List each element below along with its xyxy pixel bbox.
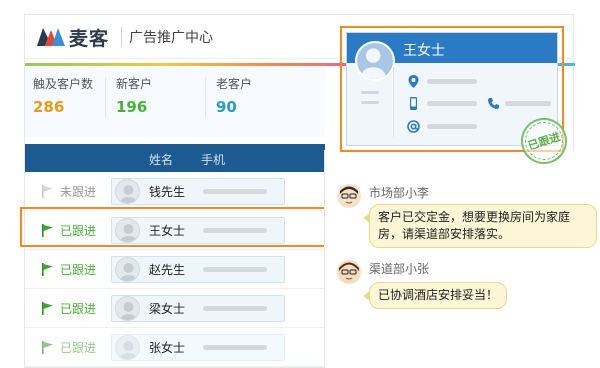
card-placeholder-lines: [361, 91, 379, 111]
chat-panel: 市场部小李 客户已交定金，想要更换房间为家庭房，请渠道部安排落实。 渠道部小张 …: [324, 150, 597, 368]
phone-placeholder: [203, 345, 267, 350]
sender-name: 市场部小李: [369, 186, 430, 200]
stat-reached: 触及客户数 286: [33, 75, 93, 121]
stat-value: 196: [116, 98, 148, 116]
stat-label: 老客户: [216, 77, 253, 91]
follow-status: 已跟进: [60, 302, 97, 316]
table-row[interactable]: 未跟进 钱先生: [25, 172, 325, 211]
page-title: 广告推广中心: [129, 30, 213, 46]
stat-new-customers: 新客户 196: [116, 75, 152, 121]
avatar: [115, 296, 140, 321]
mobile-placeholder: [427, 101, 477, 106]
flag-icon: [42, 263, 53, 276]
logo-text: 麦客: [69, 28, 110, 50]
follow-status: 已跟进: [60, 263, 97, 277]
stat-old-customers: 老客户 90: [216, 75, 252, 121]
phone-placeholder: [203, 306, 267, 311]
message-bubble: 已协调酒店安排妥当！: [362, 282, 508, 309]
flag-icon: [42, 185, 53, 198]
stat-divider: [105, 77, 106, 117]
customer-name: 张女士: [149, 341, 186, 355]
table-row[interactable]: 已跟进 赵先生: [25, 250, 325, 289]
email-placeholder: [427, 124, 477, 129]
avatar: [337, 260, 361, 284]
sender-name: 渠道部小张: [369, 262, 430, 276]
stat-value: 286: [33, 98, 65, 116]
stat-label: 触及客户数: [33, 77, 94, 91]
column-header-phone: 手机: [201, 153, 226, 167]
avatar: [115, 257, 140, 282]
avatar: [115, 335, 140, 360]
stats-bar: 触及客户数 286 新客户 196 老客户 90: [25, 67, 325, 137]
email-at-icon: [407, 120, 420, 133]
avatar: [115, 179, 140, 204]
phone-placeholder: [203, 189, 267, 194]
customer-name: 梁女士: [149, 302, 186, 316]
card-divider: [393, 67, 394, 137]
telephone-placeholder: [505, 101, 551, 106]
flag-icon: [42, 302, 53, 315]
customer-name: 赵先生: [149, 263, 186, 277]
customer-name: 钱先生: [149, 185, 186, 199]
table-header: 姓名 手机: [25, 144, 325, 172]
avatar: [337, 184, 361, 208]
telephone-icon: [488, 98, 499, 109]
follow-status: 已跟进: [60, 341, 97, 355]
address-placeholder: [427, 79, 477, 84]
phone-placeholder: [203, 267, 267, 272]
stat-value: 90: [216, 98, 237, 116]
table-row[interactable]: 已跟进 梁女士: [25, 289, 325, 328]
selected-row-highlight: [20, 207, 338, 247]
table-row[interactable]: 已跟进 张女士: [25, 328, 325, 367]
stat-divider: [205, 77, 206, 117]
location-pin-icon: [408, 75, 419, 88]
makemaker-m-logo-icon: [37, 28, 65, 46]
flag-icon: [42, 341, 53, 354]
message-bubble: 客户已交定金，想要更换房间为家庭房，请渠道部安排落实。: [363, 204, 597, 248]
header-divider: [121, 27, 122, 47]
follow-status: 未跟进: [60, 185, 97, 199]
mobile-phone-icon: [410, 97, 417, 110]
column-header-name: 姓名: [149, 153, 174, 167]
avatar: [355, 41, 395, 81]
stat-label: 新客户: [116, 77, 153, 91]
card-customer-name: 王女士: [403, 43, 445, 59]
